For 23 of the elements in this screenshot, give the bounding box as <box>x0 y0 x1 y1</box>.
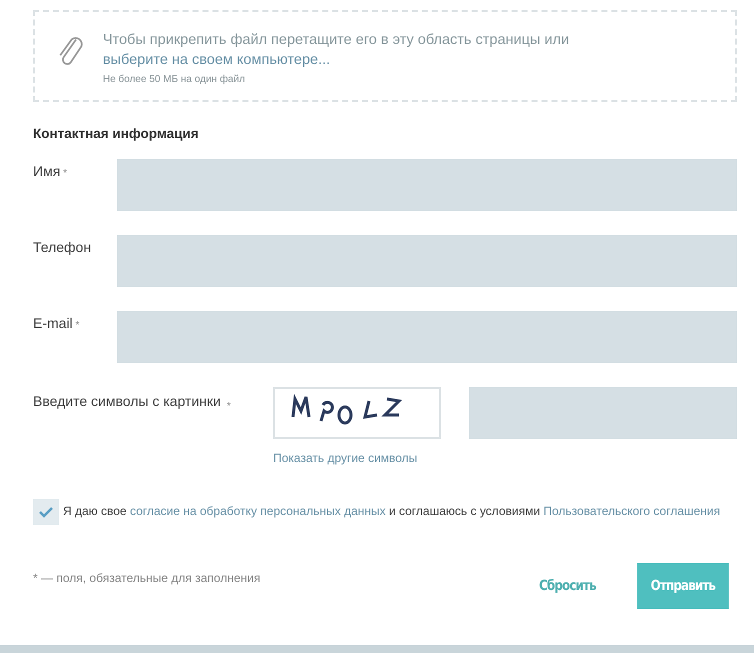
upload-instructions: Чтобы прикрепить файл перетащите его в эту область страницы или выберите на своем компьютере... <box>102 31 570 70</box>
text-field[interactable] <box>117 311 737 363</box>
required-mark: * <box>226 401 231 414</box>
choose-file-link[interactable]: выберите на своем компьютере... <box>102 52 330 68</box>
file-size-note: Не более 50 МБ на один файл <box>102 74 246 85</box>
required-note: * — поля, обязательные для заполнения <box>33 571 262 585</box>
text-field[interactable] <box>117 235 737 287</box>
section-title: Контактная информация <box>33 126 200 141</box>
consent-checkbox[interactable] <box>33 499 59 525</box>
reset-button[interactable]: Сбросить <box>526 563 610 609</box>
field-label: Введите символы с картинки <box>33 393 221 411</box>
submit-button[interactable]: Отправить <box>637 563 729 609</box>
consent-text: Я даю свое согласие на обработку персональных данных и соглашаюсь с условиями Пользовательского соглашения <box>63 503 720 520</box>
field-label: Телефон <box>33 239 92 255</box>
text-field[interactable] <box>117 159 737 211</box>
field-label: E-mail * <box>33 315 80 331</box>
refresh-captcha-link[interactable]: Показать другие символы <box>273 451 442 465</box>
checkmark-icon <box>38 506 54 518</box>
upload-dropzone[interactable]: Чтобы прикрепить файл перетащите его в эту область страницы или выберите на своем компьютере... Не более 50 МБ на один файл <box>33 10 737 102</box>
agreement-link[interactable]: Пользовательского соглашения <box>543 504 720 518</box>
consent-link[interactable]: согласие на обработку персональных данных <box>130 504 386 518</box>
captcha-field[interactable] <box>469 387 737 439</box>
field-label: Имя * <box>33 163 67 179</box>
